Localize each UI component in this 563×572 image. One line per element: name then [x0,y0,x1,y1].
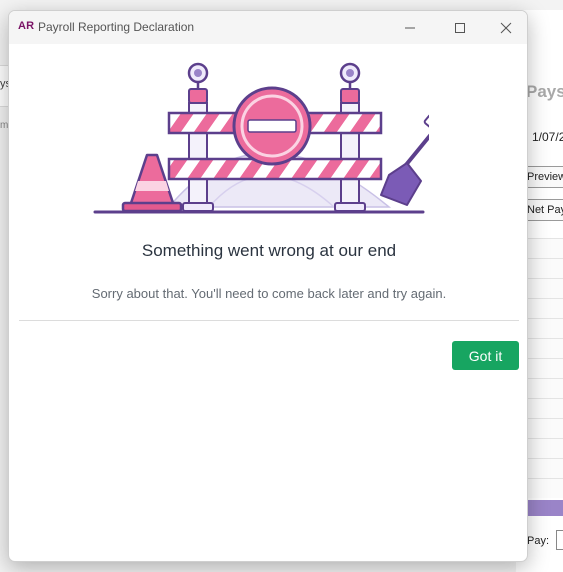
maximize-button[interactable] [437,11,483,44]
background-page-title: Pays [526,82,563,101]
minimize-button[interactable] [387,11,433,44]
background-total-bar [524,500,563,516]
background-date-field: 1/07/2 [532,130,563,144]
error-message: Sorry about that. You'll need to come ba… [91,286,447,301]
dialog-title: Payroll Reporting Declaration [38,20,195,34]
background-table-row [524,298,563,318]
background-table-row [524,278,563,298]
background-table-row [524,238,563,258]
error-dialog: AR Payroll Reporting Declaration Somethi… [8,10,528,562]
close-icon [500,22,512,33]
error-headline: Something went wrong at our end [141,241,397,260]
background-table-row [524,438,563,458]
background-table-row [524,418,563,438]
background-table-row [524,338,563,358]
background-table-row [524,318,563,338]
close-button[interactable] [483,11,527,44]
dialog-divider [19,320,519,321]
background-table-row [524,258,563,278]
maximize-icon [455,22,465,33]
background-pay-input[interactable] [556,530,563,550]
dialog-titlebar[interactable]: AR Payroll Reporting Declaration [9,11,527,44]
roadblock-illustration [93,62,429,214]
minimize-icon [405,27,415,28]
background-table-row [524,398,563,418]
background-pay-label: Pay: [527,535,550,547]
background-table-row [524,478,563,498]
app-logo: AR [18,20,35,32]
got-it-button[interactable]: Got it [452,341,519,370]
background-table-row [524,358,563,378]
background-table-row [524,458,563,478]
background-table-row [524,378,563,398]
